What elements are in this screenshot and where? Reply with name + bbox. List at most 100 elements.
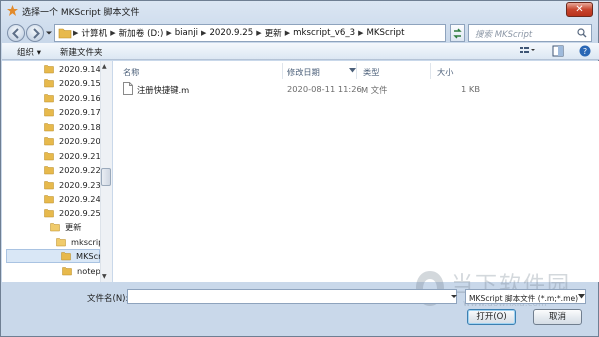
folder-icon — [44, 152, 54, 161]
file-name: 注册快捷键.m — [137, 85, 190, 95]
folder-icon — [61, 252, 71, 261]
nav-pane-scroll-thumb[interactable] — [101, 168, 111, 186]
close-button[interactable]: ✕ — [566, 2, 593, 17]
folder-icon — [62, 267, 72, 276]
tree-item-2020-9-25[interactable]: 2020.9.25 — [44, 206, 101, 220]
command-toolbar: 组织 ▾ 新建文件夹 ? — [2, 43, 599, 60]
breadcrumb-bianji[interactable]: bianji — [173, 28, 200, 38]
forward-arrow-icon — [33, 28, 40, 39]
tree-item-label: 2020.9.14 — [59, 64, 101, 74]
tree-item-mkscript-selected[interactable]: MKScri — [6, 249, 104, 263]
tree-item-label: 更新 — [65, 222, 82, 232]
column-header-size[interactable]: 大小 — [431, 63, 483, 79]
filename-dropdown-icon[interactable] — [449, 289, 459, 304]
open-button[interactable]: 打开(O) — [467, 309, 516, 325]
column-header-date[interactable]: 修改日期 — [281, 63, 357, 79]
tree-item-2020-9-22[interactable]: 2020.9.22 — [44, 163, 101, 177]
breadcrumb-separator: ▶ — [201, 29, 207, 37]
tree-item-2020-9-21[interactable]: 2020.9.21 — [44, 149, 101, 163]
tree-item-mkscript[interactable]: mkscript — [56, 235, 107, 249]
breadcrumb-separator: ▶ — [110, 29, 116, 37]
scroll-up-icon[interactable]: ▲ — [102, 63, 107, 70]
breadcrumb-mkscript[interactable]: MKScript — [364, 28, 406, 38]
tree-item-2020-9-20[interactable]: 2020.9.20 — [44, 134, 101, 148]
folder-icon — [44, 94, 54, 103]
breadcrumb-separator: ▶ — [358, 29, 364, 37]
folder-icon — [44, 209, 54, 218]
folder-icon — [44, 137, 54, 146]
search-placeholder: 搜索 MKScript — [475, 30, 533, 40]
search-icon — [577, 28, 587, 38]
breadcrumb-separator: ▶ — [256, 29, 262, 37]
tree-item-2020-9-18[interactable]: 2020.9.18 — [44, 120, 101, 134]
refresh-button[interactable] — [450, 24, 465, 42]
tree-item-label: 2020.9.24 — [59, 194, 101, 204]
folder-open-icon — [56, 238, 66, 247]
tree-item-label: 2020.9.18 — [59, 122, 101, 132]
window-title: 选择一个 MKScript 脚本文件 — [22, 8, 140, 18]
tree-item-2020-9-17[interactable]: 2020.9.17 — [44, 105, 101, 119]
folder-icon — [44, 181, 54, 190]
scroll-down-icon[interactable]: ▼ — [102, 273, 107, 280]
folder-icon — [44, 79, 54, 88]
folder-icon — [44, 166, 54, 175]
tree-item-label: 2020.9.25 — [59, 208, 101, 218]
title-bar: 选择一个 MKScript 脚本文件 ✕ — [1, 1, 598, 21]
folder-icon — [44, 65, 54, 74]
breadcrumb-date-folder[interactable]: 2020.9.25 — [207, 28, 255, 38]
file-open-dialog: 选择一个 MKScript 脚本文件 ✕ ▶ 计算机 ▶ 新加卷 (D:) ▶ … — [0, 0, 599, 337]
preview-pane-icon[interactable] — [552, 45, 564, 57]
tree-item-label: 2020.9.16 — [59, 93, 101, 103]
breadcrumb-separator: ▶ — [73, 29, 79, 37]
column-header-name[interactable]: 名称 — [117, 63, 283, 79]
back-button[interactable] — [7, 24, 25, 42]
navigation-pane[interactable]: 2020.9.14 2020.9.15 2020.9.16 2020.9.17 … — [2, 61, 112, 282]
folder-icon — [44, 195, 54, 204]
app-icon — [7, 5, 18, 16]
back-arrow-icon — [12, 28, 19, 39]
refresh-icon — [453, 28, 462, 39]
recent-pages-dropdown-icon[interactable] — [45, 29, 53, 37]
tree-item-label: 2020.9.23 — [59, 180, 101, 190]
tree-item-label: 2020.9.20 — [59, 136, 101, 146]
breadcrumb-drive[interactable]: 新加卷 (D:) — [117, 27, 166, 39]
help-icon[interactable]: ? — [579, 45, 591, 57]
breadcrumb-mkscript-v6[interactable]: mkscript_v6_3 — [291, 28, 357, 38]
folder-icon — [58, 28, 72, 39]
tree-item-2020-9-16[interactable]: 2020.9.16 — [44, 91, 101, 105]
folder-icon — [44, 108, 54, 117]
file-type: M 文件 — [361, 85, 388, 95]
tree-item-2020-9-23[interactable]: 2020.9.23 — [44, 178, 101, 192]
filename-label: 文件名(N): — [87, 294, 129, 304]
file-type-value: MKScript 脚本文件 (*.m;*.me) — [469, 294, 579, 303]
column-header-type[interactable]: 类型 — [357, 63, 431, 79]
breadcrumb-separator: ▶ — [284, 29, 291, 37]
tree-item-label: 2020.9.15 — [59, 78, 101, 88]
tree-item-label: 2020.9.22 — [59, 165, 101, 175]
cancel-button[interactable]: 取消 — [533, 309, 582, 325]
breadcrumb-update[interactable]: 更新 — [263, 27, 284, 39]
search-input[interactable]: 搜索 MKScript — [468, 24, 592, 42]
new-folder-button[interactable]: 新建文件夹 — [60, 46, 103, 58]
organize-button[interactable]: 组织 ▾ — [17, 46, 41, 58]
folder-icon — [44, 123, 54, 132]
sort-indicator-icon — [349, 68, 356, 73]
breadcrumb-separator: ▶ — [166, 29, 172, 37]
folder-open-icon — [50, 223, 60, 232]
svg-text:?: ? — [583, 47, 587, 56]
tree-item-2020-9-15[interactable]: 2020.9.15 — [44, 76, 101, 90]
address-bar[interactable]: ▶ 计算机 ▶ 新加卷 (D:) ▶ bianji ▶ 2020.9.25 ▶ … — [54, 24, 446, 42]
tree-item-update[interactable]: 更新 — [50, 220, 81, 234]
tree-item-label: 2020.9.21 — [59, 151, 101, 161]
view-options-icon[interactable] — [519, 45, 535, 57]
breadcrumb-computer[interactable]: 计算机 — [79, 27, 109, 39]
file-row[interactable]: 注册快捷键.m 2020-08-11 11:26 M 文件 1 KB — [113, 81, 593, 97]
file-size: 1 KB — [461, 84, 481, 94]
forward-button[interactable] — [26, 24, 44, 42]
file-type-select[interactable]: MKScript 脚本文件 (*.m;*.me) — [465, 289, 586, 304]
tree-item-2020-9-14[interactable]: 2020.9.14 — [44, 62, 101, 76]
chevron-down-icon[interactable] — [578, 294, 585, 299]
tree-item-label: 2020.9.17 — [59, 107, 101, 117]
filename-input[interactable] — [127, 289, 457, 304]
tree-item-2020-9-24[interactable]: 2020.9.24 — [44, 192, 101, 206]
